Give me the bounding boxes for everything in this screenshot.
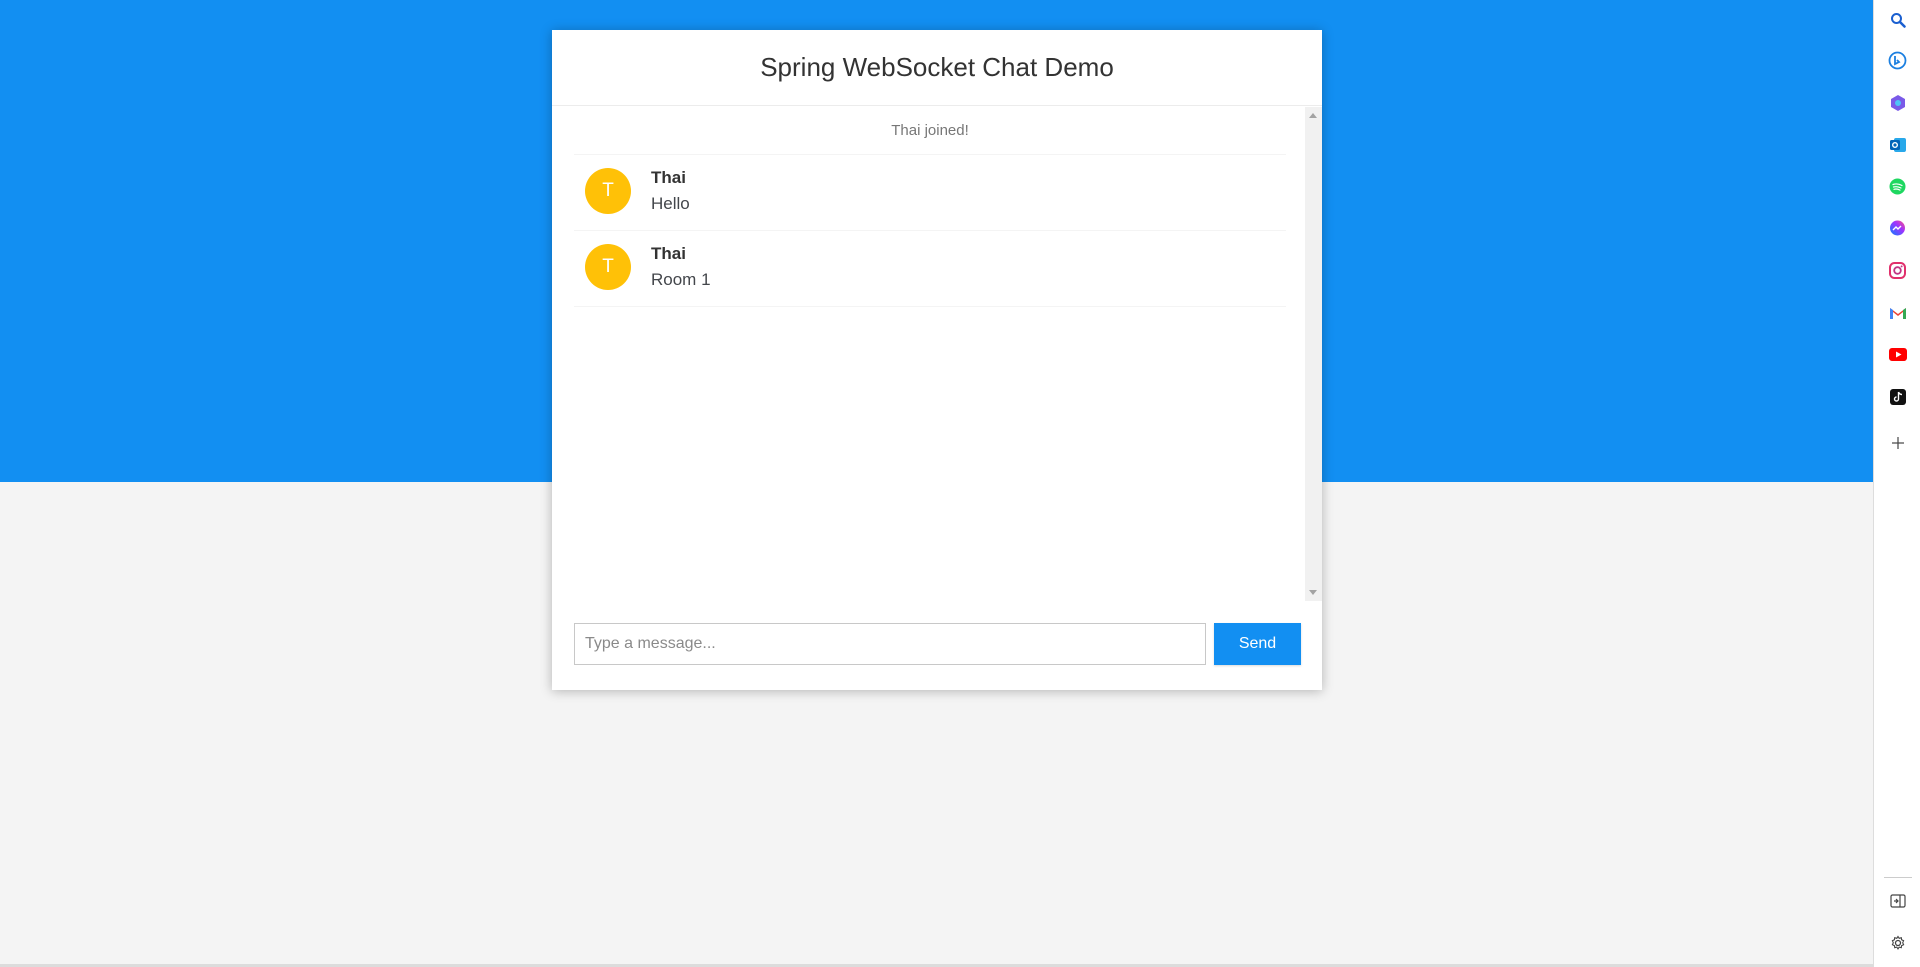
settings-icon[interactable] — [1888, 933, 1907, 952]
browser-sidebar — [1873, 0, 1920, 967]
avatar-letter: T — [602, 180, 614, 201]
spotify-icon[interactable] — [1888, 177, 1907, 196]
chat-title: Spring WebSocket Chat Demo — [760, 52, 1114, 82]
avatar: T — [585, 244, 631, 290]
hide-sidebar-icon[interactable] — [1888, 891, 1907, 910]
sidebar-divider — [1884, 877, 1912, 878]
tiktok-icon[interactable] — [1888, 387, 1907, 406]
event-message: Thai joined! — [574, 107, 1286, 155]
bing-icon[interactable] — [1888, 51, 1907, 70]
chat-container: Spring WebSocket Chat Demo Thai joined! … — [552, 30, 1322, 690]
message-area[interactable]: Thai joined! T Thai Hello T Thai Room 1 — [552, 107, 1322, 601]
add-icon[interactable] — [1888, 433, 1907, 452]
chat-message: T Thai Room 1 — [574, 231, 1286, 307]
instagram-icon[interactable] — [1888, 261, 1907, 280]
message-text: Room 1 — [651, 270, 711, 289]
chat-message: T Thai Hello — [574, 155, 1286, 231]
avatar-letter: T — [602, 256, 614, 277]
chat-header: Spring WebSocket Chat Demo — [552, 30, 1322, 106]
event-text: Thai joined! — [891, 122, 969, 139]
message-list: Thai joined! T Thai Hello T Thai Room 1 — [574, 107, 1286, 307]
message-sender: Thai — [651, 244, 686, 263]
messenger-icon[interactable] — [1888, 219, 1907, 238]
message-sender: Thai — [651, 168, 686, 187]
avatar: T — [585, 168, 631, 214]
scroll-up-arrow-icon[interactable] — [1309, 113, 1317, 118]
message-text: Hello — [651, 194, 690, 213]
copilot-icon[interactable] — [1888, 93, 1907, 112]
message-form: Send — [574, 623, 1301, 665]
gmail-icon[interactable] — [1888, 303, 1907, 322]
send-button[interactable]: Send — [1214, 623, 1301, 665]
outlook-icon[interactable] — [1888, 135, 1907, 154]
search-icon[interactable] — [1888, 10, 1907, 29]
message-input[interactable] — [574, 623, 1206, 665]
youtube-icon[interactable] — [1888, 345, 1907, 364]
scroll-down-arrow-icon[interactable] — [1309, 590, 1317, 595]
message-scrollbar[interactable] — [1305, 107, 1322, 601]
